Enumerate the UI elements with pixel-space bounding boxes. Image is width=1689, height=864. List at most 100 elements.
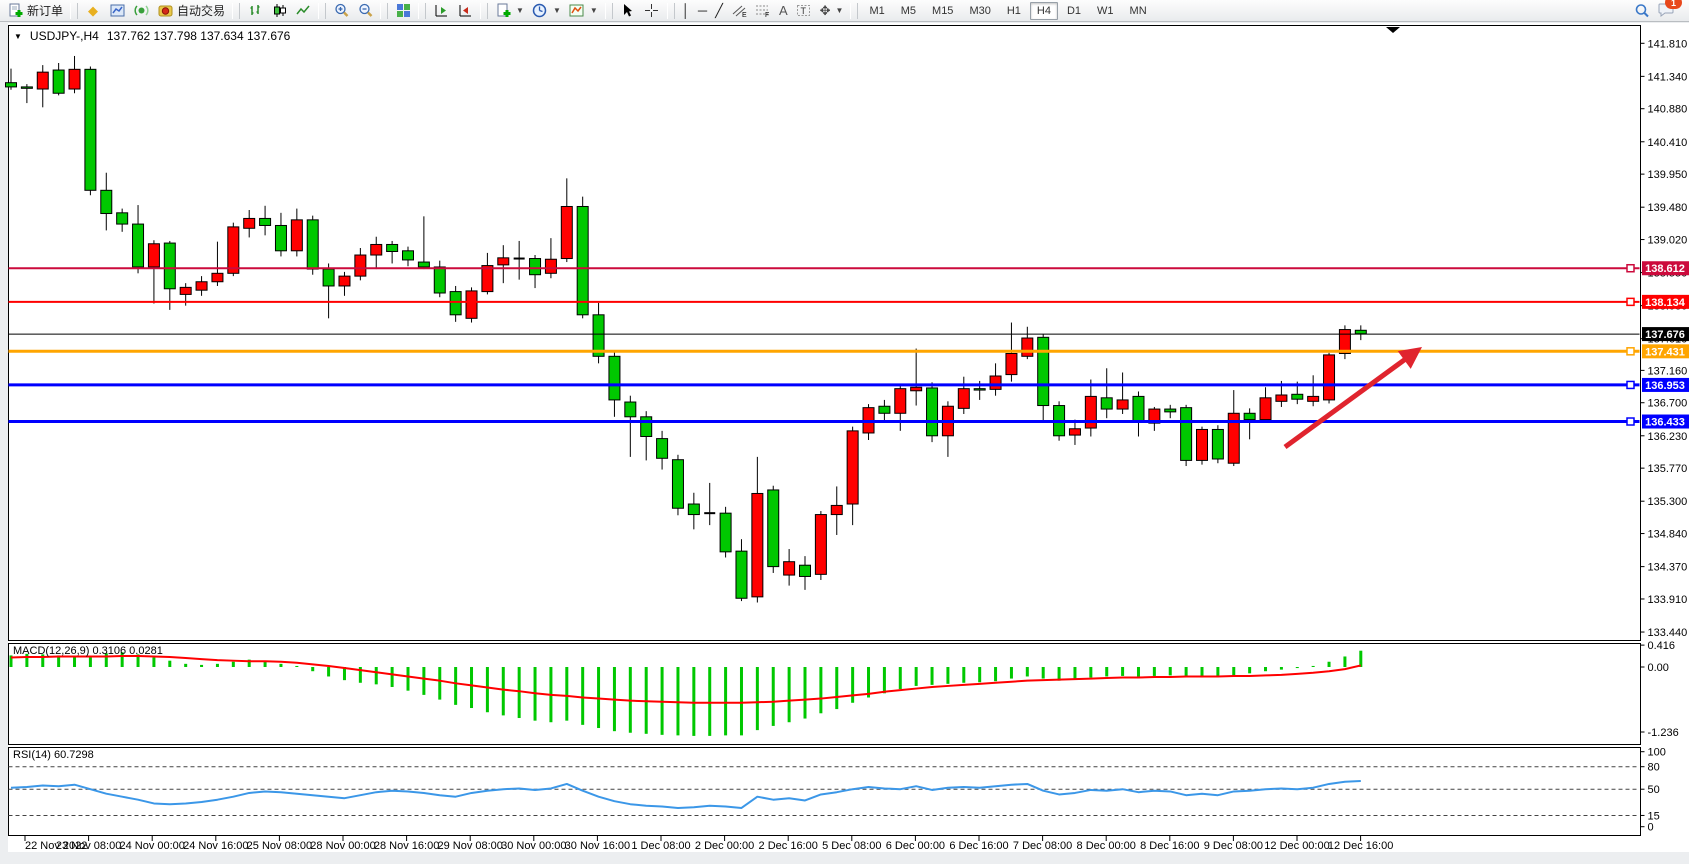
new-chart-icon [495, 3, 511, 19]
price-line-label: 136.433 [1645, 417, 1685, 429]
candle [85, 67, 96, 196]
fibonacci-button[interactable]: F [751, 1, 775, 21]
text-label-button[interactable]: T [792, 1, 816, 21]
new-order-icon [7, 3, 23, 19]
candle-body [577, 206, 588, 314]
toolbar-separator [380, 3, 388, 19]
macd-histogram-bar [708, 667, 711, 736]
new-order-button[interactable]: 新订单 [3, 1, 67, 21]
candle-body [260, 218, 271, 225]
macd-scale-label: 0.416 [1648, 640, 1676, 652]
candle-body [1181, 408, 1192, 461]
macd-histogram-bar [835, 667, 838, 709]
macd-indicator-label: MACD(12,26,9) 0.3106 0.0281 [13, 645, 163, 657]
chart-shift-button[interactable] [453, 1, 477, 21]
macd-histogram-bar [1248, 667, 1251, 673]
tile-windows-button[interactable] [391, 1, 415, 21]
price-line-anchor[interactable] [1627, 265, 1634, 272]
toolbar: 新订单 ◆ 自动交易 ▼ ▼ [0, 0, 1689, 22]
tf-button-M30[interactable]: M30 [962, 2, 997, 20]
horizontal-line-button[interactable]: ─ [694, 1, 711, 21]
chart-symbol-period: USDJPY-,H4 [30, 29, 99, 43]
macd-histogram-bar [1296, 667, 1299, 668]
timeframe-buttons: M1M5M15M30H1H4D1W1MN [861, 2, 1154, 20]
tf-button-M15[interactable]: M15 [925, 2, 960, 20]
candle-body [228, 227, 239, 273]
price-line-anchor[interactable] [1627, 348, 1634, 355]
macd-histogram-bar [1328, 662, 1331, 667]
zoom-out-button[interactable] [353, 1, 377, 21]
candle-body [21, 87, 32, 88]
vertical-line-button[interactable]: │ [678, 1, 694, 21]
tf-button-D1[interactable]: D1 [1060, 2, 1088, 20]
y-axis-tick-label: 139.020 [1648, 235, 1688, 247]
tf-button-H1[interactable]: H1 [1000, 2, 1028, 20]
y-axis-tick-label: 137.160 [1648, 365, 1688, 377]
candle-body [561, 206, 572, 258]
macd-histogram-bar [1042, 667, 1045, 679]
macd-histogram-bar [994, 667, 997, 681]
cursor-button[interactable] [616, 1, 640, 21]
new-chart-button[interactable]: ▼ [491, 1, 528, 21]
trendline-button[interactable]: ╱ [711, 1, 727, 21]
search-icon[interactable] [1634, 3, 1650, 19]
price-line-anchor[interactable] [1627, 381, 1634, 388]
x-axis-tick-label: 9 Dec 08:00 [1204, 840, 1263, 852]
candle-body [1006, 353, 1017, 374]
macd-histogram-bar [1343, 656, 1346, 667]
crosshair-button[interactable] [640, 1, 664, 21]
signals-button[interactable] [129, 1, 153, 21]
text-button[interactable]: A [775, 1, 792, 21]
candle [1212, 425, 1223, 463]
chat-button[interactable]: 1 [1658, 1, 1675, 20]
arrows-button[interactable]: ✥▼ [816, 1, 848, 21]
chart-ohlc-values: 137.762 137.798 137.634 137.676 [107, 29, 291, 43]
auto-scroll-icon [433, 3, 449, 19]
tf-button-H4[interactable]: H4 [1030, 2, 1058, 20]
macd-histogram-bar [73, 656, 76, 667]
candle-body [339, 276, 350, 286]
x-axis-tick-label: 8 Dec 16:00 [1140, 840, 1199, 852]
macd-histogram-bar [899, 667, 902, 689]
template-button[interactable]: ▼ [565, 1, 602, 21]
zoom-in-button[interactable] [329, 1, 353, 21]
candle-body [323, 269, 334, 286]
line-chart-button[interactable] [291, 1, 315, 21]
rsi-pane[interactable] [9, 748, 1641, 836]
candle [815, 511, 826, 580]
rsi-scale-label: 0 [1648, 822, 1654, 834]
candle-body [1038, 337, 1049, 405]
y-axis-tick-label: 141.810 [1648, 38, 1688, 50]
macd-histogram-bar [804, 667, 807, 719]
x-axis-tick-label: 12 Dec 16:00 [1328, 840, 1393, 852]
macd-histogram-bar [311, 667, 314, 671]
candle-body [672, 460, 683, 509]
candlestick-chart-button[interactable] [267, 1, 291, 21]
tf-button-M1[interactable]: M1 [862, 2, 891, 20]
chevron-down-icon[interactable]: ▼ [14, 32, 22, 41]
tf-button-M5[interactable]: M5 [894, 2, 923, 20]
tf-button-MN[interactable]: MN [1123, 2, 1154, 20]
candle-body [1117, 400, 1128, 409]
candle-body [800, 565, 811, 576]
channel-button[interactable]: E [727, 1, 751, 21]
line-chart-icon [295, 3, 311, 19]
tf-button-W1[interactable]: W1 [1090, 2, 1121, 20]
gold-button[interactable]: ◆ [81, 1, 105, 21]
price-line-anchor[interactable] [1627, 418, 1634, 425]
auto-scroll-button[interactable] [429, 1, 453, 21]
candle-body [895, 389, 906, 414]
candle-body [657, 439, 668, 459]
autotrade-icon [157, 3, 173, 19]
macd-pane[interactable] [9, 644, 1641, 745]
chart-canvas[interactable]: 141.810141.340140.880140.410139.950139.4… [0, 0, 1689, 859]
bar-chart-button[interactable] [243, 1, 267, 21]
macd-histogram-bar [1105, 667, 1108, 676]
candle-body [641, 417, 652, 437]
period-button[interactable]: ▼ [528, 1, 565, 21]
y-axis-tick-label: 140.410 [1648, 137, 1688, 149]
price-line-anchor[interactable] [1627, 298, 1634, 305]
macd-histogram-bar [184, 664, 187, 667]
charts-window-button[interactable] [105, 1, 129, 21]
autotrade-button[interactable]: 自动交易 [153, 1, 229, 21]
